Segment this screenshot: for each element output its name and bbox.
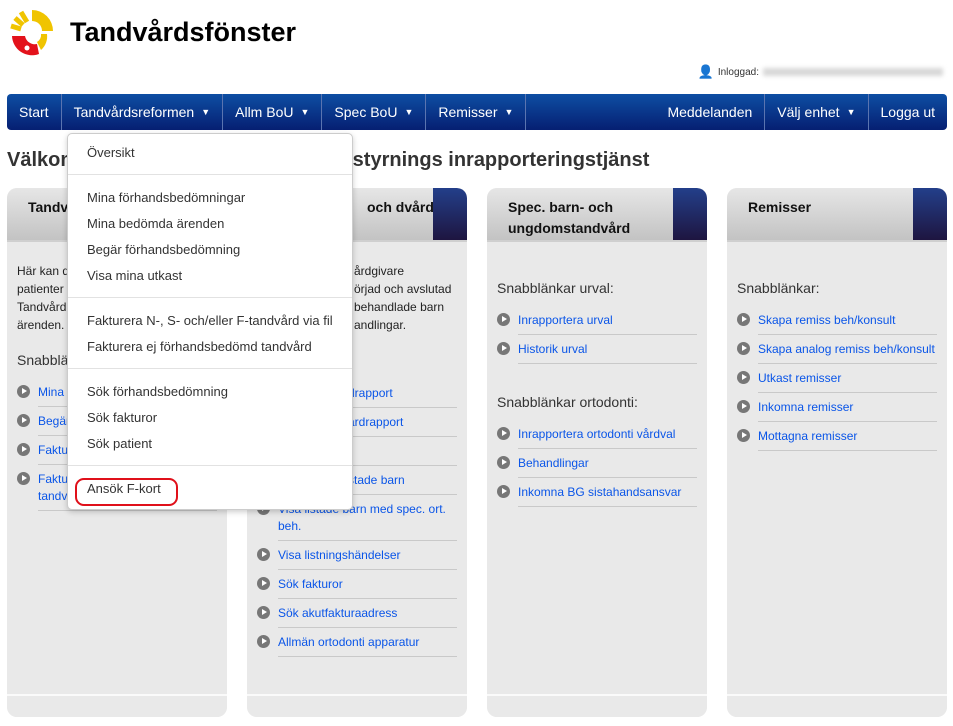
quick-link[interactable]: Skapa analog remiss beh/konsult: [737, 341, 937, 364]
quick-link[interactable]: Inrapportera ortodonti vårdval: [497, 426, 697, 449]
caret-down-icon: ▼: [504, 107, 514, 117]
menu-item[interactable]: Sök förhandsbedömning: [68, 383, 352, 409]
nav-start[interactable]: Start: [7, 94, 62, 130]
play-icon: [737, 400, 750, 413]
nav-meddelanden[interactable]: Meddelanden: [655, 94, 764, 130]
tandvardsreformen-dropdown: Översikt Mina förhandsbedömningar Mina bed…: [67, 133, 353, 510]
quick-link[interactable]: Sök akutfakturaadress: [257, 605, 457, 628]
nav-valj-enhet[interactable]: Välj enhet ▼: [764, 94, 867, 130]
play-icon: [17, 443, 30, 456]
card-footer: [7, 694, 227, 717]
quick-link[interactable]: Utkast remisser: [737, 370, 937, 393]
play-icon: [497, 456, 510, 469]
menu-item[interactable]: Översikt: [68, 144, 352, 170]
menu-item[interactable]: Mina förhandsbedömningar: [68, 189, 352, 215]
quick-link[interactable]: Historik urval: [497, 341, 697, 364]
play-icon: [17, 385, 30, 398]
caret-down-icon: ▼: [404, 107, 414, 117]
quick-link[interactable]: Visa listningshändelser: [257, 547, 457, 570]
play-icon: [497, 485, 510, 498]
highlight-box: [75, 478, 178, 506]
nav-tandvardsreformen[interactable]: Tandvårdsreformen ▼: [62, 94, 224, 130]
card-title: Remisser: [727, 188, 947, 242]
play-icon: [737, 342, 750, 355]
play-icon: [257, 548, 270, 561]
menu-divider: [68, 465, 352, 466]
user-name-blurred: [763, 68, 943, 76]
nav-allm-bou[interactable]: Allm BoU ▼: [223, 94, 323, 130]
menu-item[interactable]: Visa mina utkast: [68, 267, 352, 293]
play-icon: [737, 371, 750, 384]
menu-item[interactable]: Sök fakturor: [68, 409, 352, 435]
play-icon: [737, 429, 750, 442]
section-label: Snabblänkar urval:: [497, 280, 614, 296]
play-icon: [257, 577, 270, 590]
card-3: Remisser Snabblänkar: Skapa remiss beh/kon…: [727, 188, 947, 717]
caret-down-icon: ▼: [201, 107, 211, 117]
login-status: 👤 Inloggad:: [698, 64, 943, 80]
quick-link[interactable]: Inrapportera urval: [497, 312, 697, 335]
brand-title: Tandvårdsfönster: [70, 17, 297, 47]
nav-logga-ut[interactable]: Logga ut: [867, 94, 948, 130]
card-footer: [247, 694, 467, 717]
logo: [10, 10, 53, 56]
card-corner-decoration: [913, 188, 947, 240]
caret-down-icon: ▼: [846, 107, 856, 117]
play-icon: [497, 427, 510, 440]
play-icon: [257, 606, 270, 619]
card-2: Spec. barn- och ungdomstandvård Snabblänk…: [487, 188, 707, 717]
play-icon: [737, 313, 750, 326]
section-label: Snabblänkar:: [737, 280, 820, 296]
menu-item[interactable]: Sök patient: [68, 435, 352, 461]
nav-spec-bou[interactable]: Spec BoU ▼: [322, 94, 427, 130]
play-icon: [17, 414, 30, 427]
section-label: Snabblänkar ortodonti:: [497, 394, 638, 410]
menu-item[interactable]: Mina bedömda ärenden: [68, 215, 352, 241]
caret-down-icon: ▼: [300, 107, 310, 117]
user-icon: 👤: [697, 64, 714, 79]
nav-remisser[interactable]: Remisser ▼: [426, 94, 527, 130]
card-footer: [487, 694, 707, 717]
quick-link[interactable]: Inkomna remisser: [737, 399, 937, 422]
quick-link[interactable]: Sök fakturor: [257, 576, 457, 599]
quick-link[interactable]: Mottagna remisser: [737, 428, 937, 451]
menu-divider: [68, 297, 352, 298]
play-icon: [497, 342, 510, 355]
menu-item[interactable]: Fakturera N-, S- och/eller F-tandvård vi…: [68, 312, 352, 338]
menu-item[interactable]: Begär förhandsbedömning: [68, 241, 352, 267]
menu-divider: [68, 174, 352, 175]
card-corner-decoration: [433, 188, 467, 240]
play-icon: [17, 472, 30, 485]
main-nav: Start Tandvårdsreformen ▼ Allm BoU ▼ Spec …: [7, 94, 947, 130]
card-corner-decoration: [673, 188, 707, 240]
play-icon: [497, 313, 510, 326]
quick-link[interactable]: Inkomna BG sistahandsansvar: [497, 484, 697, 507]
menu-item[interactable]: Fakturera ej förhandsbedömd tandvård: [68, 338, 352, 364]
page-title-end: isstyrnings inrapporteringstjänst: [336, 149, 650, 171]
card-footer: [727, 694, 947, 717]
quick-link[interactable]: Behandlingar: [497, 455, 697, 478]
quick-link[interactable]: Allmän ortodonti apparatur: [257, 634, 457, 657]
quick-link[interactable]: Skapa remiss beh/konsult: [737, 312, 937, 335]
menu-divider: [68, 368, 352, 369]
card-title: Spec. barn- och ungdomstandvård: [487, 188, 707, 242]
play-icon: [257, 635, 270, 648]
